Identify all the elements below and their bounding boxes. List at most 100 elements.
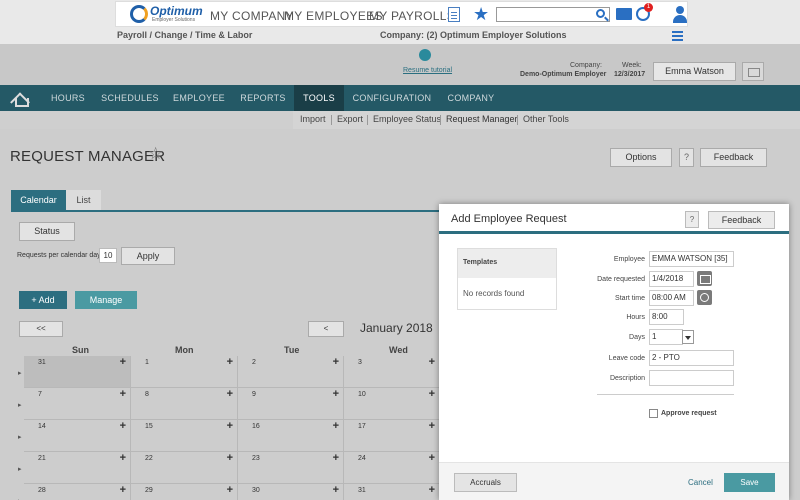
submenu-import[interactable]: Import	[300, 114, 326, 124]
prev-year-button[interactable]: <<	[19, 321, 63, 337]
submenu-employee-status[interactable]: Employee Status	[373, 114, 441, 124]
nav-reports[interactable]: REPORTS	[232, 85, 294, 111]
calendar-day-cell[interactable]: 24 +	[344, 452, 440, 484]
calendar-day-cell[interactable]: 8 +	[131, 388, 238, 420]
calendar-day-cell[interactable]: 2 +	[238, 356, 344, 388]
leave-code-select[interactable]: 2 - PTO	[649, 350, 734, 366]
calendar-day-cell[interactable]: 23 +	[238, 452, 344, 484]
row-expand-icon[interactable]: ▸	[18, 369, 22, 377]
nav-company[interactable]: COMPANY	[440, 85, 502, 111]
row-expand-icon[interactable]: ▸	[18, 433, 22, 441]
calendar-day-cell[interactable]: 16 +	[238, 420, 344, 452]
dialog-feedback-button[interactable]: Feedback	[708, 211, 775, 229]
add-request-plus-icon[interactable]: +	[227, 388, 233, 400]
menu-hamburger-icon[interactable]	[672, 31, 683, 41]
save-button[interactable]: Save	[724, 473, 775, 492]
calendar-day-cell[interactable]: 1 +	[131, 356, 238, 388]
accruals-button[interactable]: Accruals	[454, 473, 517, 492]
nav-hours[interactable]: HOURS	[42, 85, 94, 111]
nav-my-payrolls[interactable]: MY PAYROLLS	[369, 9, 455, 23]
calendar-day-cell[interactable]: 10 +	[344, 388, 440, 420]
tutorial-icon[interactable]	[419, 49, 431, 61]
add-request-plus-icon[interactable]: +	[227, 420, 233, 432]
add-button[interactable]: + Add	[19, 291, 67, 309]
add-request-plus-icon[interactable]: +	[333, 452, 339, 464]
manage-button[interactable]: Manage	[75, 291, 137, 309]
add-request-plus-icon[interactable]: +	[333, 356, 339, 368]
date-requested-input[interactable]: 1/4/2018	[649, 271, 694, 287]
add-request-plus-icon[interactable]: +	[429, 388, 435, 400]
tab-list[interactable]: List	[66, 190, 101, 210]
calendar-day-cell[interactable]: 7 +	[24, 388, 131, 420]
calendar-day-cell[interactable]: 29 +	[131, 484, 238, 500]
add-request-plus-icon[interactable]: +	[120, 388, 126, 400]
user-profile-icon[interactable]	[672, 6, 688, 23]
calendar-day-cell[interactable]: 14 +	[24, 420, 131, 452]
days-select[interactable]: 1	[649, 329, 683, 345]
add-request-plus-icon[interactable]: +	[429, 356, 435, 368]
calendar-day-cell[interactable]: 31 +	[344, 484, 440, 500]
add-request-plus-icon[interactable]: +	[333, 484, 339, 496]
row-expand-icon[interactable]: ▸	[18, 401, 22, 409]
nav-employee[interactable]: EMPLOYEE	[166, 85, 232, 111]
status-dropdown[interactable]: Status	[19, 222, 75, 241]
description-input[interactable]	[649, 370, 734, 386]
clock-icon[interactable]	[697, 290, 712, 305]
add-request-plus-icon[interactable]: +	[333, 388, 339, 400]
mail-icon[interactable]	[616, 8, 632, 20]
approve-request-checkbox[interactable]	[649, 409, 658, 418]
calendar-day-cell[interactable]: 28 +	[24, 484, 131, 500]
help-button[interactable]: ?	[679, 148, 694, 167]
cancel-button[interactable]: Cancel	[688, 478, 713, 487]
hours-input[interactable]: 8:00	[649, 309, 684, 325]
start-time-input[interactable]: 08:00 AM	[649, 290, 694, 306]
nav-my-employees[interactable]: MY EMPLOYEES	[284, 9, 383, 23]
nav-tools[interactable]: TOOLS	[294, 85, 344, 111]
tab-calendar[interactable]: Calendar	[11, 190, 66, 210]
calendar-icon[interactable]	[697, 271, 712, 286]
favorites-star-icon[interactable]: ★	[473, 4, 489, 25]
calendar-day-cell[interactable]: 9 +	[238, 388, 344, 420]
calendar-day-cell[interactable]: 17 +	[344, 420, 440, 452]
submenu-export[interactable]: Export	[337, 114, 363, 124]
employee-select[interactable]: EMMA WATSON [35]	[649, 251, 734, 267]
nav-schedules[interactable]: SCHEDULES	[94, 85, 166, 111]
add-request-plus-icon[interactable]: +	[120, 356, 126, 368]
calendar-day-cell[interactable]: 21 +	[24, 452, 131, 484]
add-request-plus-icon[interactable]: +	[227, 452, 233, 464]
add-request-plus-icon[interactable]: +	[429, 452, 435, 464]
document-icon[interactable]	[448, 7, 460, 22]
options-button[interactable]: Options	[610, 148, 672, 167]
submenu-request-manager[interactable]: Request Manager	[446, 114, 518, 124]
calendar-day-cell[interactable]: 22 +	[131, 452, 238, 484]
add-request-plus-icon[interactable]: +	[429, 420, 435, 432]
add-request-plus-icon[interactable]: +	[120, 420, 126, 432]
calendar-day-cell[interactable]: 30 +	[238, 484, 344, 500]
home-icon[interactable]	[12, 91, 29, 107]
add-request-plus-icon[interactable]: +	[120, 484, 126, 496]
submenu-other-tools[interactable]: Other Tools	[523, 114, 569, 124]
add-request-plus-icon[interactable]: +	[120, 452, 126, 464]
add-request-plus-icon[interactable]: +	[227, 484, 233, 496]
add-request-plus-icon[interactable]: +	[333, 420, 339, 432]
dialog-help-button[interactable]: ?	[685, 211, 699, 228]
user-button[interactable]: Emma Watson	[653, 62, 736, 81]
add-request-plus-icon[interactable]: +	[227, 356, 233, 368]
row-expand-icon[interactable]: ▸	[18, 465, 22, 473]
requests-per-day-input[interactable]: 10	[99, 248, 117, 263]
calendar-day-cell[interactable]: 31 +	[24, 356, 131, 388]
prev-month-button[interactable]: <	[308, 321, 344, 337]
apply-button[interactable]: Apply	[121, 247, 175, 265]
add-request-plus-icon[interactable]: +	[429, 484, 435, 496]
nav-my-company[interactable]: MY COMPANY	[210, 9, 294, 23]
favorite-star-icon[interactable]: ☆	[148, 144, 163, 164]
chevron-down-icon[interactable]	[682, 330, 694, 344]
resume-tutorial-link[interactable]: Resume tutorial	[403, 67, 452, 74]
calendar-day-cell[interactable]: 3 +	[344, 356, 440, 388]
nav-configuration[interactable]: CONFIGURATION	[344, 85, 440, 111]
messages-button[interactable]	[742, 62, 764, 81]
calendar-day-cell[interactable]: 15 +	[131, 420, 238, 452]
feedback-button[interactable]: Feedback	[700, 148, 767, 167]
search-input[interactable]	[496, 7, 610, 22]
search-icon[interactable]	[596, 9, 605, 18]
